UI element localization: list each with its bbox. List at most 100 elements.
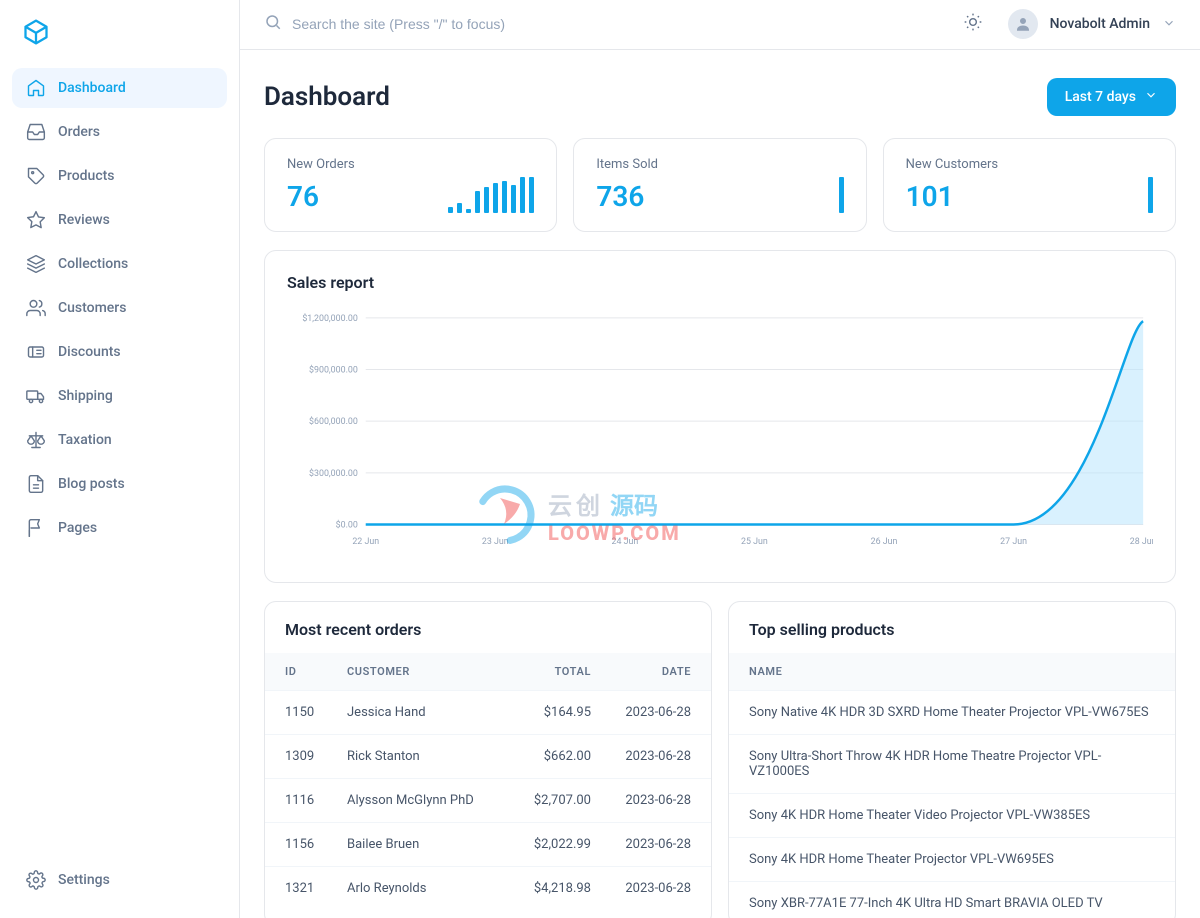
cell-customer: Alysson McGlynn PhD [347, 793, 501, 808]
svg-text:$1,200,000.00: $1,200,000.00 [302, 313, 358, 324]
table-row[interactable]: 1150Jessica Hand$164.952023-06-28 [265, 690, 711, 734]
sidebar-item-shipping[interactable]: Shipping [12, 376, 227, 416]
home-icon [26, 78, 46, 98]
sidebar-item-label: Discounts [58, 344, 121, 360]
sidebar-item-label: Settings [58, 872, 110, 888]
col-total: TOTAL [501, 665, 591, 678]
cell-total: $2,707.00 [501, 793, 591, 808]
cell-customer: Arlo Reynolds [347, 881, 501, 896]
stat-card-0: New Orders76 [264, 138, 557, 232]
sidebar-item-dashboard[interactable]: Dashboard [12, 68, 227, 108]
cell-id: 1309 [285, 749, 347, 764]
chevron-down-icon [1144, 88, 1158, 106]
cell-total: $662.00 [501, 749, 591, 764]
sparkline [1148, 177, 1153, 213]
table-row[interactable]: 1156Bailee Bruen$2,022.992023-06-28 [265, 822, 711, 866]
cell-id: 1116 [285, 793, 347, 808]
flag-icon [26, 518, 46, 538]
sidebar-item-customers[interactable]: Customers [12, 288, 227, 328]
cell-date: 2023-06-28 [591, 749, 691, 764]
tag-icon [26, 166, 46, 186]
top-products-title: Top selling products [729, 602, 1175, 653]
table-row[interactable]: Sony Ultra-Short Throw 4K HDR Home Theat… [729, 734, 1175, 793]
cell-name: Sony 4K HDR Home Theater Projector VPL-V… [749, 852, 1155, 867]
search-input[interactable] [292, 16, 942, 32]
sidebar-item-label: Blog posts [58, 476, 125, 492]
sidebar-item-label: Taxation [58, 432, 112, 448]
stat-card-2: New Customers 101 [883, 138, 1176, 232]
table-row[interactable]: 1309Rick Stanton$662.002023-06-28 [265, 734, 711, 778]
ticket-icon [26, 342, 46, 362]
sidebar-item-reviews[interactable]: Reviews [12, 200, 227, 240]
cell-name: Sony Ultra-Short Throw 4K HDR Home Theat… [749, 749, 1155, 779]
users-icon [26, 298, 46, 318]
svg-text:25 Jun: 25 Jun [741, 537, 768, 547]
date-range-button[interactable]: Last 7 days [1047, 78, 1176, 116]
cell-name: Sony 4K HDR Home Theater Video Projector… [749, 808, 1155, 823]
sidebar-item-label: Dashboard [58, 80, 126, 96]
theme-toggle-button[interactable] [956, 7, 990, 41]
page-title: Dashboard [264, 82, 390, 112]
svg-text:$300,000.00: $300,000.00 [309, 468, 358, 479]
stat-label: New Customers [906, 157, 998, 172]
recent-orders-card: Most recent orders ID CUSTOMER TOTAL DAT… [264, 601, 712, 918]
stat-value: 101 [906, 180, 998, 213]
cell-total: $2,022.99 [501, 837, 591, 852]
col-date: DATE [591, 665, 691, 678]
avatar [1008, 9, 1038, 39]
recent-orders-title: Most recent orders [265, 602, 711, 653]
sidebar-item-products[interactable]: Products [12, 156, 227, 196]
table-row[interactable]: 1116Alysson McGlynn PhD$2,707.002023-06-… [265, 778, 711, 822]
sidebar-item-label: Shipping [58, 388, 113, 404]
sidebar-item-taxation[interactable]: Taxation [12, 420, 227, 460]
sidebar-item-collections[interactable]: Collections [12, 244, 227, 284]
cell-id: 1156 [285, 837, 347, 852]
top-products-card: Top selling products NAME Sony Native 4K… [728, 601, 1176, 918]
col-name: NAME [749, 665, 1155, 678]
sparkline [448, 177, 534, 213]
sidebar-item-settings[interactable]: Settings [12, 860, 227, 900]
table-row[interactable]: Sony 4K HDR Home Theater Projector VPL-V… [729, 837, 1175, 881]
sales-chart: $0.00$300,000.00$600,000.00$900,000.00$1… [287, 306, 1153, 556]
cell-customer: Bailee Bruen [347, 837, 501, 852]
cell-date: 2023-06-28 [591, 881, 691, 896]
sidebar-item-discounts[interactable]: Discounts [12, 332, 227, 372]
user-name: Novabolt Admin [1050, 16, 1150, 32]
sidebar-item-label: Products [58, 168, 115, 184]
sidebar-item-pages[interactable]: Pages [12, 508, 227, 548]
chart-title: Sales report [287, 273, 1153, 292]
stat-card-1: Items Sold736 [573, 138, 866, 232]
cell-date: 2023-06-28 [591, 837, 691, 852]
sidebar-item-label: Pages [58, 520, 97, 536]
table-row[interactable]: 1321Arlo Reynolds$4,218.982023-06-28 [265, 866, 711, 910]
sidebar-item-label: Reviews [58, 212, 110, 228]
svg-text:27 Jun: 27 Jun [1000, 537, 1027, 547]
chevron-down-icon [1162, 15, 1176, 34]
truck-icon [26, 386, 46, 406]
user-menu[interactable]: Novabolt Admin [1008, 9, 1176, 39]
table-row[interactable]: Sony XBR-77A1E 77-Inch 4K Ultra HD Smart… [729, 881, 1175, 918]
sidebar-item-label: Collections [58, 256, 128, 272]
svg-text:22 Jun: 22 Jun [352, 537, 379, 547]
sun-icon [963, 12, 983, 36]
app-logo [22, 18, 217, 50]
svg-text:28 Jun: 28 Jun [1130, 537, 1153, 547]
cell-total: $164.95 [501, 705, 591, 720]
sidebar-item-blog-posts[interactable]: Blog posts [12, 464, 227, 504]
sales-report-card: Sales report $0.00$300,000.00$600,000.00… [264, 250, 1176, 583]
cell-id: 1150 [285, 705, 347, 720]
inbox-icon [26, 122, 46, 142]
table-row[interactable]: Sony Native 4K HDR 3D SXRD Home Theater … [729, 690, 1175, 734]
col-id: ID [285, 665, 347, 678]
svg-text:$900,000.00: $900,000.00 [309, 364, 358, 375]
svg-text:24 Jun: 24 Jun [611, 537, 638, 547]
cell-date: 2023-06-28 [591, 793, 691, 808]
cell-name: Sony Native 4K HDR 3D SXRD Home Theater … [749, 705, 1155, 720]
sidebar-item-orders[interactable]: Orders [12, 112, 227, 152]
stat-label: New Orders [287, 157, 355, 172]
sidebar-item-label: Customers [58, 300, 126, 316]
sparkline [839, 177, 844, 213]
svg-text:$600,000.00: $600,000.00 [309, 416, 358, 427]
svg-text:23 Jun: 23 Jun [482, 537, 509, 547]
table-row[interactable]: Sony 4K HDR Home Theater Video Projector… [729, 793, 1175, 837]
